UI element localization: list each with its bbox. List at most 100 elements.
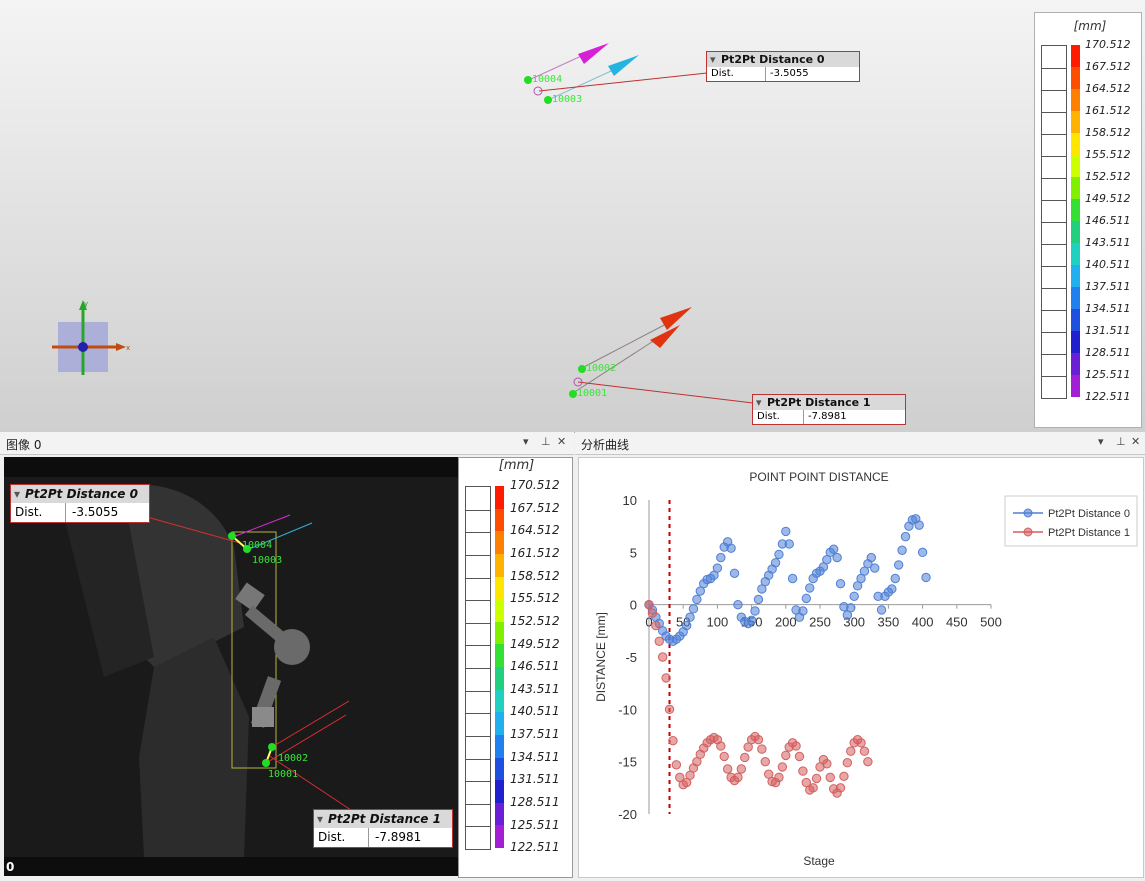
data-point	[753, 594, 764, 605]
data-point	[859, 746, 870, 756]
scene-canvas[interactable]: y x 10004 10003 10002 10001	[0, 0, 1030, 432]
x-axis-arrow	[116, 343, 126, 351]
colorbar-segment	[495, 825, 504, 848]
data-point	[777, 762, 788, 772]
distance-value: -3.5055	[770, 68, 809, 79]
histogram-divider	[466, 690, 490, 692]
marker-point[interactable]	[544, 96, 552, 104]
close-icon[interactable]: ✕	[557, 435, 566, 448]
viewport-3d[interactable]: y x 10004 10003 10002 10001 Pt2Pt Distan…	[0, 0, 1145, 433]
pin-icon[interactable]: ⊥	[541, 435, 551, 448]
histogram-divider	[1042, 244, 1066, 245]
data-point	[791, 741, 801, 751]
histogram-divider	[1042, 288, 1066, 289]
data-point	[808, 783, 818, 793]
point-label: 10002	[586, 363, 616, 374]
histogram-divider	[1042, 354, 1066, 355]
colorbar-segment	[1071, 309, 1080, 331]
close-icon[interactable]: ✕	[1131, 435, 1140, 448]
y-tick-label: -15	[618, 755, 637, 770]
colorbar-segment	[1071, 375, 1080, 397]
point-label: 10001	[577, 388, 607, 399]
origin-point	[78, 342, 88, 352]
x-tick-label: 500	[980, 615, 1002, 630]
data-point	[801, 593, 812, 604]
cone-magenta	[578, 43, 609, 64]
data-point	[846, 603, 856, 613]
colorbar-value: 125.511	[510, 817, 560, 832]
data-point	[668, 736, 678, 746]
data-point	[887, 584, 897, 594]
distance-box-0[interactable]: Pt2Pt Distance 0 Dist. -3.5055	[706, 51, 860, 82]
data-point	[664, 704, 675, 715]
data-point	[757, 744, 767, 754]
data-point	[647, 608, 658, 618]
distance-box-title: Pt2Pt Distance 0	[707, 52, 859, 67]
data-point	[671, 760, 682, 770]
chevron-down-icon[interactable]: ▾	[1098, 435, 1104, 448]
data-point	[863, 756, 873, 767]
colorbar-value: 134.511	[510, 749, 560, 764]
data-point	[740, 752, 750, 763]
colorbar-value: 125.511	[1085, 367, 1131, 381]
distance-value: -7.8981	[808, 411, 847, 422]
point-label: 10002	[278, 753, 308, 764]
distance-box-1[interactable]: Pt2Pt Distance 1 Dist. -7.8981	[752, 394, 906, 425]
histogram-divider	[466, 758, 490, 760]
legend-marker	[1023, 527, 1033, 537]
x-tick-label: 350	[878, 615, 900, 630]
distance-box-0[interactable]: Pt2Pt Distance 0 Dist. -3.5055	[10, 484, 150, 523]
colorbar-segment	[1071, 221, 1080, 243]
brace-part	[252, 707, 274, 727]
histogram-divider	[1042, 90, 1066, 91]
colorbar-value: 158.512	[1085, 125, 1131, 139]
data-point	[712, 563, 723, 573]
marker-point[interactable]	[524, 76, 532, 84]
colorbar-segment	[495, 576, 504, 600]
histogram-divider	[466, 622, 490, 624]
chart-panel-header: 分析曲线 ▾ ⊥ ✕	[575, 432, 1145, 455]
data-point	[914, 520, 924, 530]
cone-cyan	[608, 55, 639, 76]
legend-marker	[1023, 508, 1033, 518]
colorbar-segment	[495, 757, 504, 781]
y-tick-label: -5	[625, 650, 637, 665]
data-point	[688, 604, 699, 614]
marker-point[interactable]	[569, 390, 577, 398]
data-point	[811, 773, 822, 784]
chevron-down-icon[interactable]: ▾	[523, 435, 529, 448]
data-point	[897, 545, 907, 555]
histogram-divider	[466, 554, 490, 556]
image-panel-title: 图像 0	[6, 438, 42, 452]
histogram-divider	[1042, 266, 1066, 267]
histogram-divider	[1042, 112, 1066, 113]
marker-point[interactable]	[268, 743, 276, 751]
colorbar-segment	[1071, 89, 1080, 111]
distance-box-1[interactable]: Pt2Pt Distance 1 Dist. -7.8981	[313, 809, 453, 848]
histogram-divider	[466, 532, 490, 534]
marker-point[interactable]	[262, 759, 270, 767]
colorbar-segment	[1071, 111, 1080, 133]
marker-point[interactable]	[578, 365, 586, 373]
colorbar-segment	[1071, 331, 1080, 353]
distance-key: Dist.	[707, 67, 766, 81]
colorbar-segment	[1071, 243, 1080, 265]
cone-red-upper	[660, 307, 692, 330]
data-point	[846, 746, 856, 756]
chart-title: POINT POINT DISTANCE	[749, 470, 888, 484]
colorbar-value: 161.512	[510, 546, 560, 561]
colorbar-value: 131.511	[1085, 323, 1131, 337]
marker-point[interactable]	[228, 532, 236, 540]
pin-icon[interactable]: ⊥	[1116, 435, 1126, 448]
histogram-divider	[466, 826, 490, 828]
colorbar-image: [mm] 170.512 167.512 164.512 161.512 158.512…	[458, 457, 573, 878]
distance-key: Dist.	[314, 828, 369, 847]
histogram-divider	[466, 735, 490, 737]
data-point	[832, 552, 842, 563]
distance-value: -3.5055	[72, 505, 119, 519]
image-view[interactable]: 10004 10003 10002 10001 0 Pt2Pt Distance…	[4, 457, 458, 876]
histogram-divider	[1042, 332, 1066, 333]
distance-box-title: Pt2Pt Distance 1	[314, 810, 452, 828]
data-point	[787, 573, 798, 584]
histogram-divider	[466, 781, 490, 783]
